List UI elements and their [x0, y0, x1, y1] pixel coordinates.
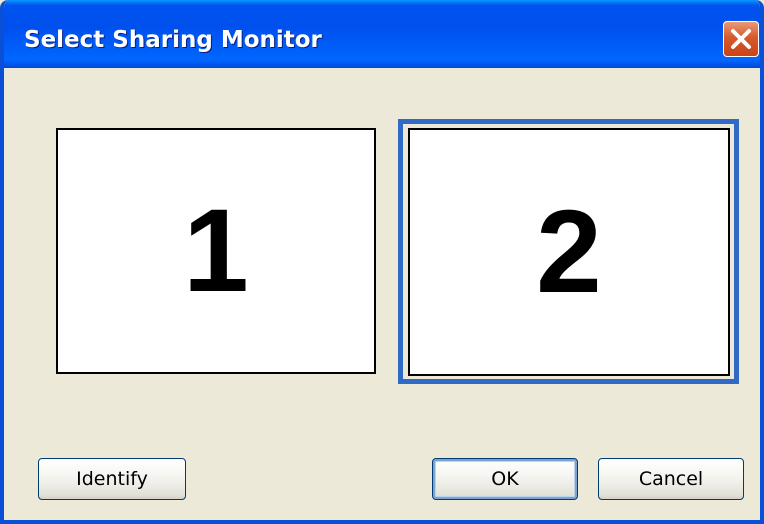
identify-button[interactable]: Identify	[38, 458, 186, 500]
window-title: Select Sharing Monitor	[24, 27, 322, 53]
monitor-1-number: 1	[183, 185, 249, 317]
close-icon	[731, 29, 751, 49]
ok-button[interactable]: OK	[432, 458, 578, 500]
cancel-button[interactable]: Cancel	[598, 458, 744, 500]
monitor-1-tile[interactable]: 1	[56, 128, 376, 374]
title-bar[interactable]: Select Sharing Monitor	[4, 0, 760, 68]
close-button[interactable]	[723, 21, 759, 57]
monitor-2-number: 2	[536, 186, 602, 318]
monitor-2-tile[interactable]: 2	[408, 128, 730, 376]
